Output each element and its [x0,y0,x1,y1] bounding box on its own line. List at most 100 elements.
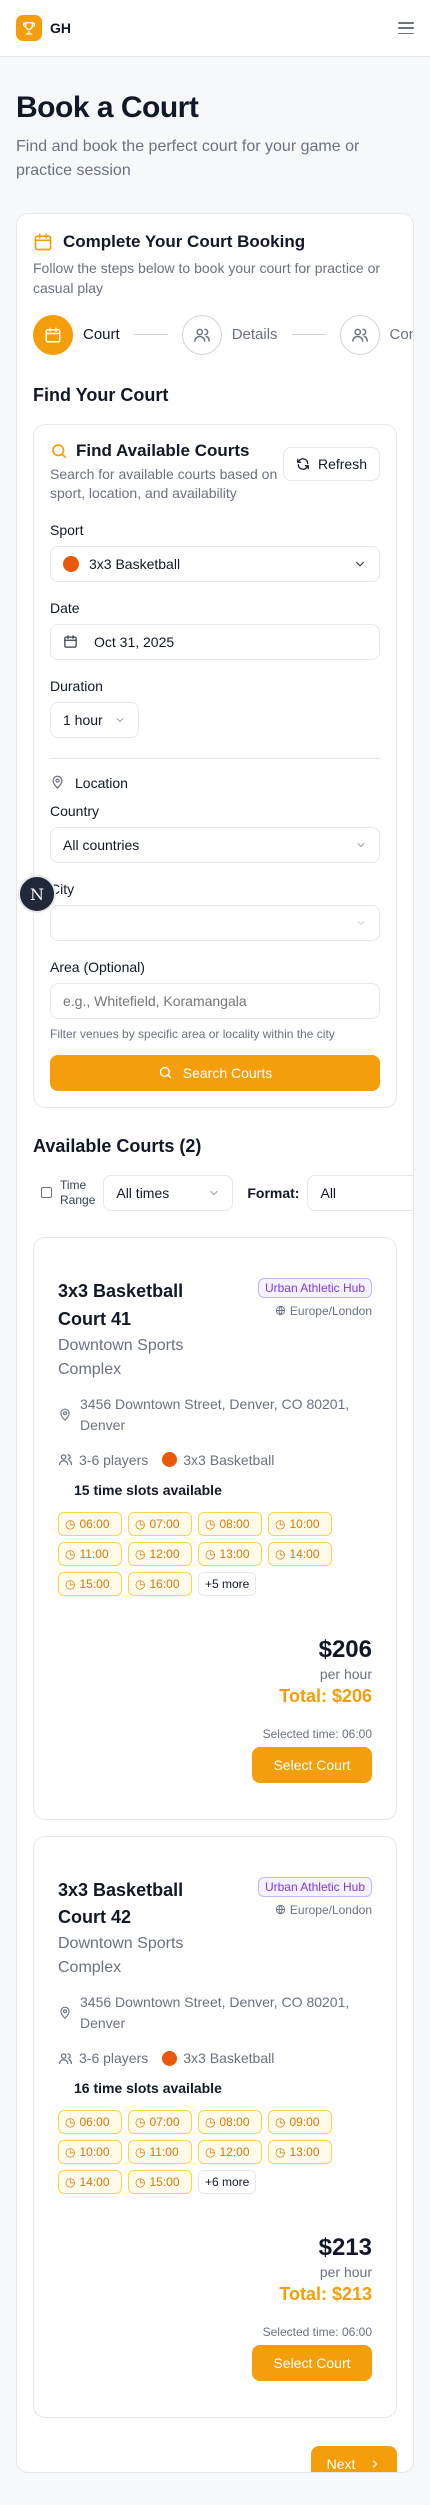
clock-icon: ◷ [275,1516,286,1531]
venue-badge: Urban Athletic Hub [257,1876,372,1897]
venue-badge: Urban Athletic Hub [257,1277,372,1298]
timezone: Europe/London [289,1303,372,1318]
time-slot[interactable]: ◷ 08:00 [198,1511,262,1536]
country-select[interactable]: All countries [50,826,380,863]
search-icon [159,1067,171,1079]
time-slot[interactable]: ◷ 09:00 [268,2110,332,2135]
time-slot[interactable]: ◷ 16:00 [128,1571,192,1596]
time-slot[interactable]: ◷ 14:00 [58,2170,122,2195]
clock-icon: ◷ [65,1546,76,1561]
location-label: Location [75,774,128,791]
time-range-label: Time Range [60,1178,96,1207]
search-panel-subtitle: Search for available courts based on spo… [50,465,278,502]
slot-list: ◷ 06:00 ◷ 07:00 ◷ 08:00 ◷ 10:00 ◷ 11:00 ◷ 12:0… [58,1511,358,1596]
slot-time: 11:00 [149,2145,179,2160]
timezone: Europe/London [289,1902,372,1917]
dev-tools-badge[interactable]: N [18,875,56,913]
step-label: Details [231,326,278,344]
chevron-down-icon [210,1190,218,1195]
step-details[interactable]: Details [181,314,278,355]
slot-time: 13:00 [289,2145,320,2160]
slot-time: 08:00 [219,2115,250,2130]
clock-icon: ◷ [205,1546,216,1561]
chevron-right-icon [373,2460,378,2468]
basketball-icon [63,555,79,572]
format-select[interactable]: All [307,1174,413,1211]
sport-value: 3x3 Basketball [89,555,181,572]
next-label: Next [326,2456,356,2473]
slot-time: 14:00 [289,1546,320,1561]
time-slot[interactable]: ◷ 11:00 [58,1541,122,1566]
more-slots-button[interactable]: +6 more [198,2170,257,2195]
time-value: All times [116,1184,170,1201]
users-icon [339,314,380,355]
brand[interactable]: GH [16,15,71,41]
time-range-checkbox[interactable] [41,1187,52,1199]
search-courts-button[interactable]: Search Courts [50,1054,380,1091]
clock-icon: ◷ [135,2115,146,2130]
slot-time: 06:00 [79,2115,110,2130]
booking-title: Complete Your Court Booking [63,232,306,251]
time-slot[interactable]: ◷ 10:00 [58,2140,122,2165]
time-slot[interactable]: ◷ 13:00 [198,1541,262,1566]
time-slot[interactable]: ◷ 07:00 [128,2110,192,2135]
select-court-button[interactable]: Select Court [252,2345,372,2382]
time-slot[interactable]: ◷ 11:00 [128,2140,192,2165]
format-value: All [320,1184,337,1201]
filters-bar: Time Range All times Format: All [17,1174,413,1211]
time-slot[interactable]: ◷ 10:00 [268,1511,332,1536]
globe-icon [275,1904,286,1915]
area-input[interactable] [50,982,380,1019]
refresh-button[interactable]: Refresh [282,446,380,481]
slot-time: 15:00 [149,2175,180,2190]
clock-icon: ◷ [65,2175,76,2190]
price-unit: per hour [319,1665,372,1682]
chevron-down-icon [357,920,365,925]
court-sport: 3x3 Basketball [183,2050,275,2067]
clock-icon: ◷ [275,1546,286,1561]
clock-icon: ◷ [205,2145,216,2160]
total-price: Total: $213 [279,2284,372,2305]
find-section-title: Find Your Court [33,384,169,405]
clock-icon: ◷ [65,1576,76,1591]
time-slot[interactable]: ◷ 14:00 [268,1541,332,1566]
slot-time: 15:00 [79,1576,110,1591]
time-slot[interactable]: ◷ 15:00 [128,2170,192,2195]
slots-title: 16 time slots available [74,2080,222,2097]
date-picker[interactable]: Oct 31, 2025 [50,623,380,660]
map-pin-icon [60,2006,70,2020]
clock-icon: ◷ [135,1516,146,1531]
sport-select[interactable]: 3x3 Basketball [50,545,380,582]
duration-select[interactable]: 1 hour [50,701,139,738]
players: 3-6 players [79,1451,149,1468]
menu-icon[interactable] [398,22,414,34]
time-slot[interactable]: ◷ 08:00 [198,2110,262,2135]
time-slot[interactable]: ◷ 12:00 [198,2140,262,2165]
step-contact[interactable]: Contact [339,314,413,355]
more-slots-button[interactable]: +5 more [198,1571,257,1596]
step-label: Contact [389,326,413,344]
area-label: Area (Optional) [50,958,145,975]
court-sport: 3x3 Basketball [183,1451,275,1468]
users-icon [181,314,222,355]
step-court[interactable]: Court [33,314,120,355]
time-select[interactable]: All times [103,1174,234,1211]
court-card[interactable]: 3x3 Basketball Court 42 Downtown Sports … [33,1835,397,2419]
clock-icon: ◷ [275,2145,286,2160]
time-slot[interactable]: ◷ 06:00 [58,2110,122,2135]
select-court-button[interactable]: Select Court [252,1746,372,1783]
court-address: 3456 Downtown Street, Denver, CO 80201, … [80,1994,350,2032]
time-slot[interactable]: ◷ 06:00 [58,1511,122,1536]
time-slot[interactable]: ◷ 15:00 [58,1571,122,1596]
time-slot[interactable]: ◷ 12:00 [128,1541,192,1566]
time-slot[interactable]: ◷ 13:00 [268,2140,332,2165]
search-panel: Find Available Courts Search for availab… [33,423,397,1108]
court-card[interactable]: 3x3 Basketball Court 41 Downtown Sports … [33,1236,397,1820]
calendar-icon [33,314,73,355]
city-select[interactable] [50,904,380,941]
time-slot[interactable]: ◷ 07:00 [128,1511,192,1536]
slot-time: 12:00 [219,2145,250,2160]
brand-name: GH [50,20,71,36]
available-title: Available Courts (2) [33,1135,202,1156]
next-button[interactable]: Next [311,2446,397,2473]
